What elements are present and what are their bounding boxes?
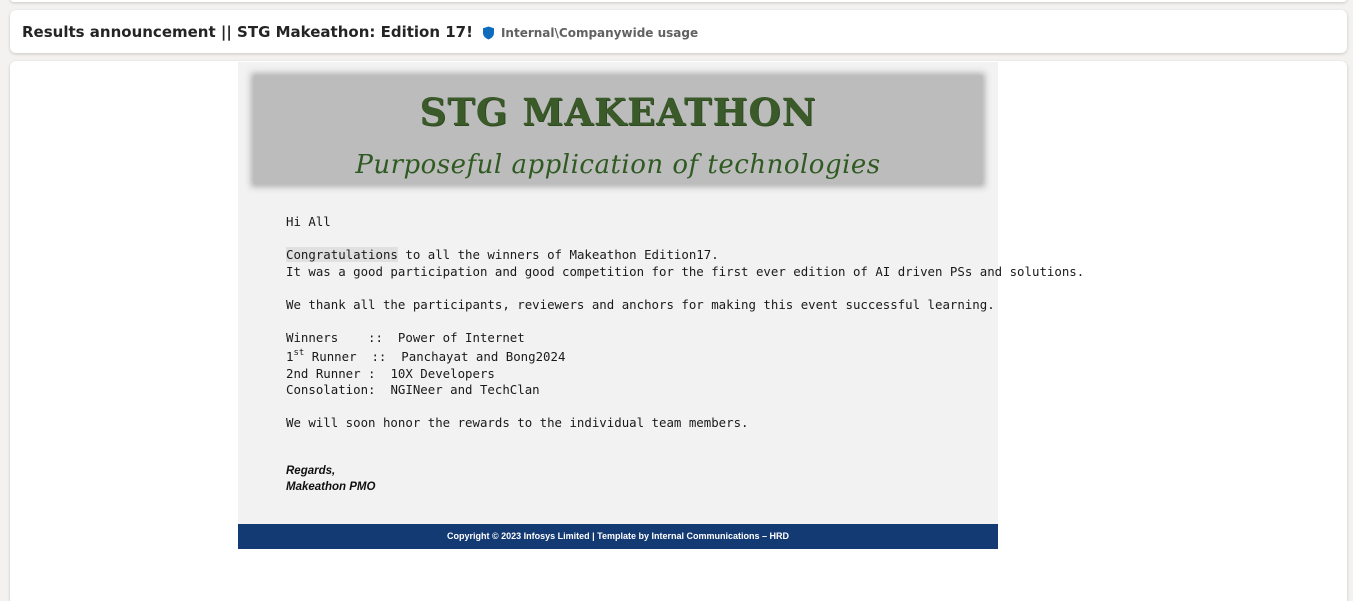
thanks-line: We thank all the participants, reviewers… (286, 296, 995, 312)
congratulations-line: Congratulations to all the winners of Ma… (286, 247, 966, 264)
first-runner-label: Runner :: (304, 349, 402, 364)
greeting: Hi All (286, 214, 331, 229)
sensitivity-text: Internal\Companywide usage (500, 26, 699, 40)
message-content: Hi All Congratulations to all the winner… (286, 214, 1085, 432)
signature: Regards, Makeathon PMO (286, 463, 375, 495)
email-subject: Results announcement || STG Makeathon: E… (22, 22, 473, 41)
second-runner-line: 2nd Runner : 10X Developers (286, 366, 966, 383)
congratulations-rest: to all the winners of Makeathon Edition1… (397, 247, 719, 262)
second-runner-value: 10X Developers (390, 365, 495, 381)
participation-line: It was a good participation and good com… (286, 263, 1085, 279)
winners-line: Winners :: Power of Internet (286, 330, 966, 347)
signature-regards: Regards, (286, 465, 336, 477)
reading-pane: STG MAKEATHON Purposeful application of … (10, 61, 1347, 601)
banner-title: STG MAKEATHON (419, 90, 817, 134)
first-runner-line: 1st Runner :: Panchayat and Bong2024 (286, 349, 966, 366)
rewards-line: We will soon honor the rewards to the in… (286, 415, 749, 430)
first-runner-value: Panchayat and Bong2024 (401, 349, 566, 364)
sensitivity-label[interactable]: Internal\Companywide usage (482, 26, 698, 40)
winners-label: Winners :: (286, 329, 398, 345)
winners-value: Power of Internet (397, 329, 525, 345)
email-body: STG MAKEATHON Purposeful application of … (238, 62, 1085, 549)
previous-message-card (10, 0, 1347, 2)
makeathon-banner: STG MAKEATHON Purposeful application of … (254, 76, 982, 184)
first-runner-sup: st (293, 348, 305, 358)
signature-sender: Makeathon PMO (286, 481, 376, 493)
consolation-line: Consolation: NGINeer and TechClan (286, 382, 966, 399)
second-runner-label: 2nd Runner : (286, 365, 391, 381)
banner-tagline: Purposeful application of technologies (355, 150, 881, 180)
shield-icon (482, 26, 494, 40)
subject-header: Results announcement || STG Makeathon: E… (10, 10, 1347, 53)
consolation-value: NGINeer and TechClan (390, 382, 540, 397)
consolation-label: Consolation: (286, 382, 391, 397)
congratulations-word: Congratulations (286, 247, 398, 262)
email-footer: Copyright © 2023 Infosys Limited | Templ… (238, 524, 998, 549)
